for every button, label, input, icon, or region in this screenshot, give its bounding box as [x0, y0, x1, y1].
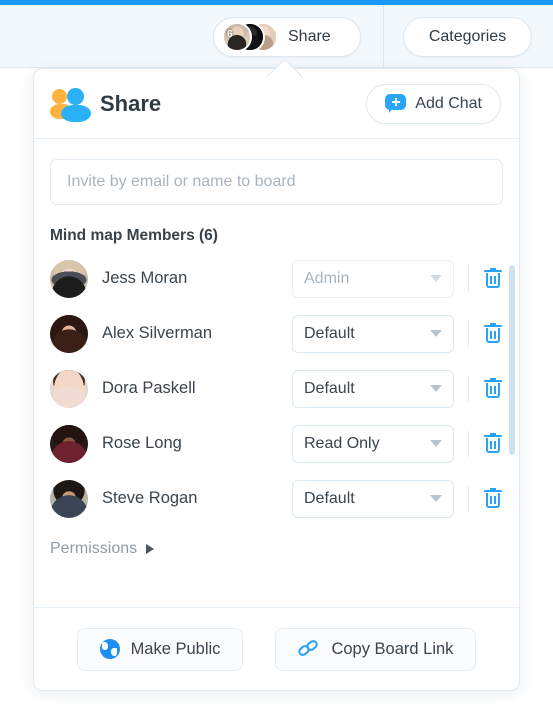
link-icon — [296, 638, 320, 659]
toolbar-divider — [383, 5, 384, 68]
trash-icon[interactable] — [483, 322, 503, 345]
avatar — [50, 369, 88, 408]
permissions-link-label: Permissions — [50, 540, 138, 557]
table-row: Rose Long Read Only — [50, 416, 503, 471]
share-button-label: Share — [288, 28, 331, 45]
chevron-down-icon — [430, 330, 442, 337]
member-name: Rose Long — [102, 434, 182, 452]
role-dropdown[interactable]: Default — [292, 369, 454, 408]
trash-icon[interactable] — [483, 432, 503, 455]
member-name: Alex Silverman — [102, 324, 213, 342]
permissions-link[interactable]: Permissions — [34, 526, 519, 558]
avatar-stack: 6 — [222, 22, 280, 52]
members-heading: Mind map Members (6) — [50, 227, 218, 244]
share-panel-title: Share — [100, 90, 162, 116]
avatar-count-badge: 6 — [227, 29, 233, 40]
chevron-down-icon — [430, 275, 442, 282]
role-value: Default — [304, 324, 355, 342]
avatar — [50, 424, 88, 463]
globe-icon — [99, 639, 120, 659]
role-dropdown[interactable]: Read Only — [292, 424, 454, 463]
people-icon — [50, 87, 94, 122]
copy-board-link-button[interactable]: Copy Board Link — [275, 627, 477, 671]
members-list-scrollbar[interactable] — [509, 265, 515, 513]
trash-icon[interactable] — [483, 377, 503, 400]
table-row: Alex Silverman Default — [50, 306, 503, 361]
make-public-button[interactable]: Make Public — [76, 627, 244, 671]
row-divider — [468, 430, 469, 457]
share-panel-footer: Make Public Copy Board Link — [34, 607, 519, 690]
row-divider — [468, 375, 469, 402]
role-dropdown[interactable]: Default — [292, 479, 454, 518]
role-value: Default — [304, 379, 355, 397]
popover-caret — [267, 58, 303, 78]
role-value: Default — [304, 489, 355, 507]
chevron-down-icon — [430, 385, 442, 392]
row-divider — [468, 485, 469, 512]
chat-plus-icon — [385, 94, 407, 113]
role-value: Admin — [304, 269, 350, 287]
avatar — [50, 259, 88, 298]
scrollbar-thumb[interactable] — [509, 265, 515, 455]
member-name: Jess Moran — [102, 269, 188, 287]
chevron-down-icon — [430, 495, 442, 502]
member-name: Steve Rogan — [102, 489, 198, 507]
table-row: Steve Rogan Default — [50, 471, 503, 526]
chevron-right-icon — [146, 544, 155, 554]
chevron-down-icon — [430, 440, 442, 447]
categories-button-label: Categories — [428, 28, 507, 45]
row-divider — [468, 320, 469, 347]
role-dropdown[interactable]: Default — [292, 314, 454, 353]
table-row: Jess Moran Admin — [50, 251, 503, 306]
row-divider — [468, 265, 469, 292]
role-value: Read Only — [304, 434, 380, 452]
trash-icon[interactable] — [483, 267, 503, 290]
invite-section — [34, 139, 519, 205]
table-row: Dora Paskell Default — [50, 361, 503, 416]
categories-button[interactable]: Categories — [403, 17, 532, 57]
add-chat-button-label: Add Chat — [415, 94, 482, 112]
avatar — [50, 479, 88, 518]
role-dropdown[interactable]: Admin — [292, 259, 454, 298]
member-name: Dora Paskell — [102, 379, 196, 397]
avatar — [50, 314, 88, 353]
trash-icon[interactable] — [483, 487, 503, 510]
share-panel-header: Share Add Chat — [34, 69, 519, 139]
invite-input[interactable] — [50, 159, 503, 205]
add-chat-button[interactable]: Add Chat — [366, 83, 501, 124]
members-list: Jess Moran Admin Alex Silverman Default — [34, 251, 519, 526]
share-button[interactable]: 6 Share — [213, 17, 361, 57]
share-panel: Share Add Chat Mind map Members (6) Jess… — [33, 68, 520, 691]
copy-board-link-button-label: Copy Board Link — [331, 639, 454, 658]
make-public-button-label: Make Public — [130, 639, 221, 658]
